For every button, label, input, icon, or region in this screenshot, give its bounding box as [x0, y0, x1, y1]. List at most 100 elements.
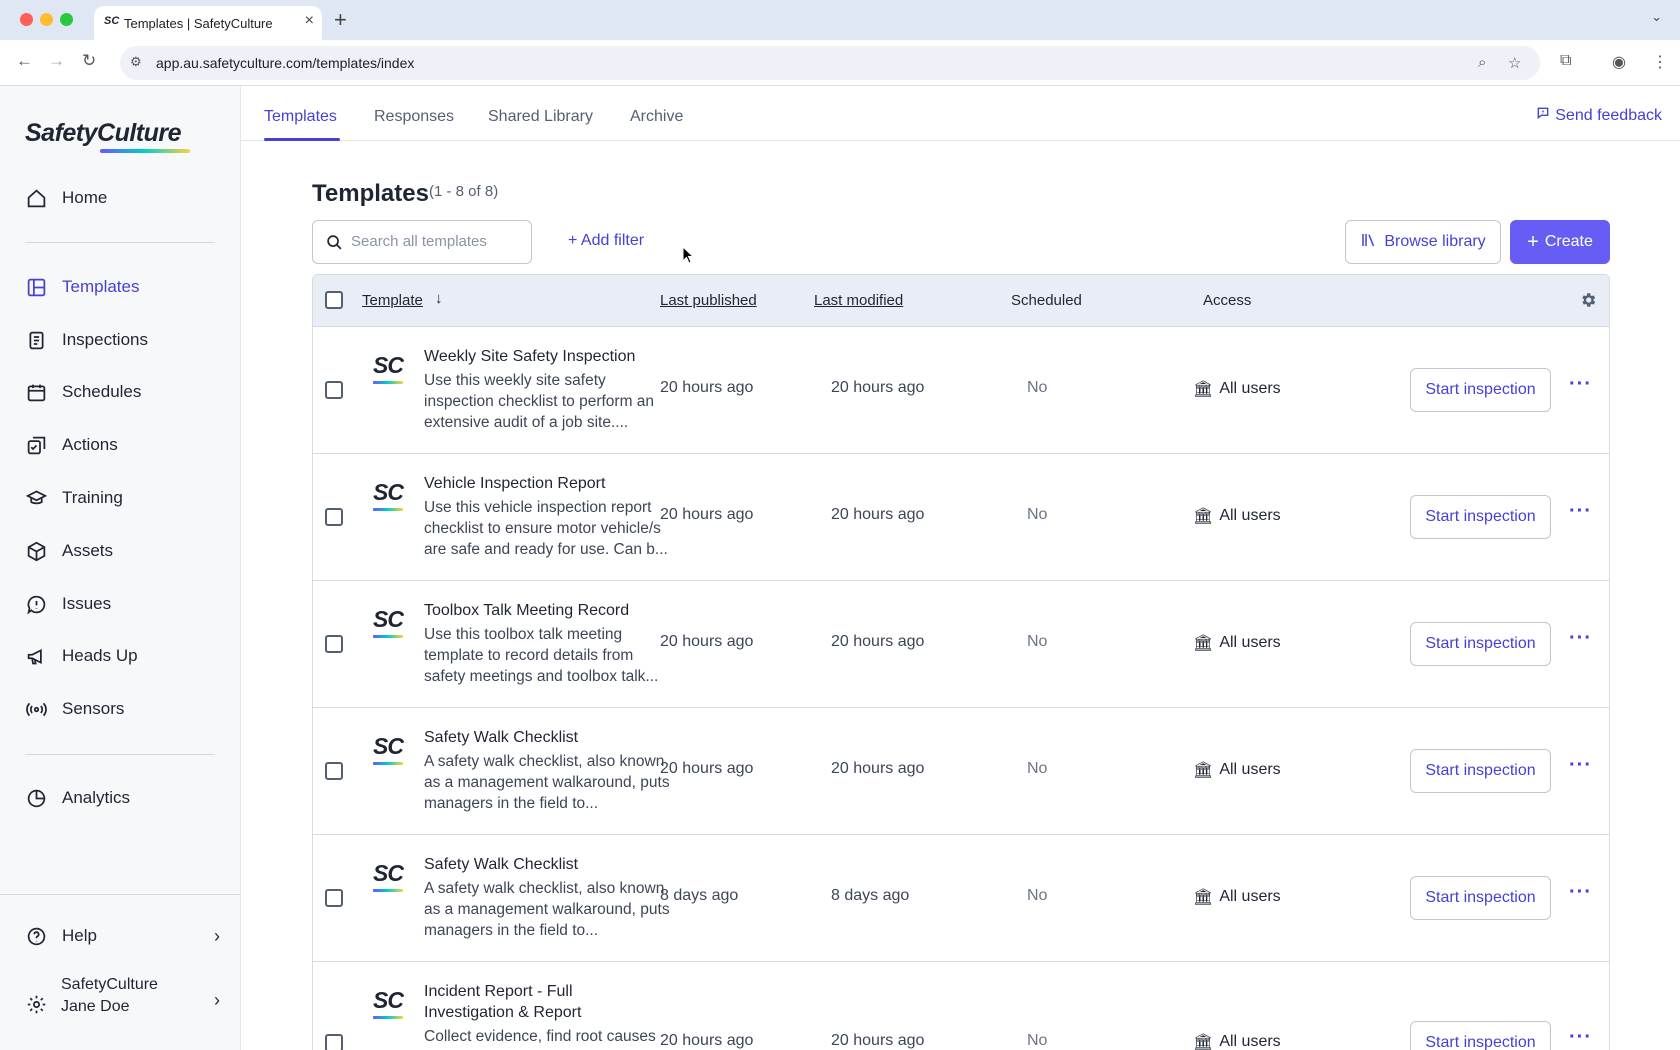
start-inspection-button[interactable]: Start inspection — [1410, 622, 1551, 666]
access-value: 🏛 All users — [1193, 633, 1281, 653]
browse-library-button[interactable]: Browse library — [1345, 220, 1501, 264]
more-options-icon[interactable]: ··· — [1569, 754, 1592, 777]
more-options-icon[interactable]: ··· — [1569, 373, 1592, 396]
more-options-icon[interactable]: ··· — [1569, 627, 1592, 650]
sidebar-item-templates[interactable]: Templates — [0, 267, 240, 307]
last-modified: 20 hours ago — [831, 633, 925, 650]
table-row[interactable]: SC Vehicle Inspection Report Use this ve… — [313, 454, 1609, 581]
select-all-checkbox[interactable] — [325, 291, 343, 309]
sidebar-item-label: Actions — [62, 435, 118, 454]
table-row[interactable]: SC Weekly Site Safety Inspection Use thi… — [313, 327, 1609, 454]
template-title[interactable]: Toolbox Talk Meeting Record — [424, 600, 674, 621]
sensor-icon — [25, 698, 47, 720]
actions-icon — [25, 434, 47, 456]
send-feedback-link[interactable]: Send feedback — [1536, 106, 1662, 125]
sidebar-item-actions[interactable]: Actions — [0, 425, 240, 465]
forward-icon[interactable]: → — [48, 51, 65, 71]
template-title[interactable]: Weekly Site Safety Inspection — [424, 346, 674, 367]
last-modified: 8 days ago — [831, 887, 910, 904]
sidebar-item-help[interactable]: Help › — [0, 916, 240, 956]
address-bar[interactable]: ⚙ app.au.safetyculture.com/templates/ind… — [120, 46, 1540, 80]
table-row[interactable]: SC Incident Report - Full Investigation … — [313, 962, 1609, 1050]
active-tab-indicator — [264, 138, 340, 141]
more-options-icon[interactable]: ··· — [1569, 500, 1592, 523]
row-checkbox[interactable] — [325, 508, 343, 526]
tab-responses[interactable]: Responses — [374, 108, 454, 126]
tab-templates[interactable]: Templates — [264, 108, 337, 126]
site-info-icon[interactable]: ⚙ — [130, 54, 142, 70]
more-options-icon[interactable]: ··· — [1569, 1026, 1592, 1049]
column-header-last-published[interactable]: Last published — [660, 292, 757, 309]
sidebar-item-sensors[interactable]: Sensors — [0, 689, 240, 729]
user-menu[interactable]: SafetyCulture Jane Doe › — [0, 976, 240, 1032]
table-row[interactable]: SC Safety Walk Checklist A safety walk c… — [313, 708, 1609, 835]
close-tab-icon[interactable]: × — [305, 12, 314, 30]
browser-tab-strip: SC Templates | SafetyCulture × + ⌄ — [0, 0, 1680, 40]
more-options-icon[interactable]: ··· — [1569, 881, 1592, 904]
browse-library-label: Browse library — [1384, 233, 1486, 250]
sidebar-item-training[interactable]: Training — [0, 478, 240, 518]
home-icon — [25, 187, 47, 209]
close-window-button[interactable] — [20, 13, 33, 26]
zoom-icon[interactable]: ⌕ — [1478, 54, 1486, 71]
table-row[interactable]: SC Toolbox Talk Meeting Record Use this … — [313, 581, 1609, 708]
bookmark-star-icon[interactable]: ☆ — [1508, 54, 1521, 72]
access-label: All users — [1219, 1033, 1281, 1050]
table-header: Template ↓ Last published Last modified … — [313, 275, 1609, 327]
profile-icon[interactable]: ◉ — [1612, 52, 1626, 72]
last-modified: 20 hours ago — [831, 379, 925, 396]
tab-shared-library[interactable]: Shared Library — [488, 108, 593, 126]
tab-archive[interactable]: Archive — [630, 108, 683, 126]
sidebar-item-analytics[interactable]: Analytics — [0, 778, 240, 818]
start-inspection-button[interactable]: Start inspection — [1410, 876, 1551, 920]
sort-arrow-down-icon[interactable]: ↓ — [435, 290, 443, 307]
last-modified: 20 hours ago — [831, 1032, 925, 1049]
sidebar-item-assets[interactable]: Assets — [0, 531, 240, 571]
start-inspection-button[interactable]: Start inspection — [1410, 495, 1551, 539]
sidebar-item-heads-up[interactable]: Heads Up — [0, 636, 240, 676]
sidebar: SafetyCulture Home Templates Inspections… — [0, 86, 241, 1050]
scheduled-value: No — [1027, 760, 1048, 777]
sidebar-item-issues[interactable]: Issues — [0, 584, 240, 624]
last-published: 20 hours ago — [660, 633, 754, 650]
column-header-last-modified[interactable]: Last modified — [814, 292, 903, 309]
sidebar-divider — [0, 894, 240, 895]
maximize-window-button[interactable] — [60, 13, 73, 26]
chevron-down-icon[interactable]: ⌄ — [1651, 9, 1662, 25]
create-button[interactable]: + Create — [1510, 220, 1610, 264]
favicon-icon: SC — [104, 15, 120, 27]
row-checkbox[interactable] — [325, 1034, 343, 1050]
reload-icon[interactable]: ↻ — [82, 51, 96, 71]
template-title[interactable]: Incident Report - Full Investigation & R… — [424, 981, 624, 1023]
start-inspection-button[interactable]: Start inspection — [1410, 368, 1551, 412]
sidebar-item-home[interactable]: Home — [0, 178, 240, 218]
column-header-template[interactable]: Template — [362, 292, 423, 309]
row-checkbox[interactable] — [325, 889, 343, 907]
add-filter-button[interactable]: + Add filter — [568, 232, 644, 250]
search-box[interactable] — [312, 220, 532, 264]
browser-tab[interactable]: SC Templates | SafetyCulture × — [94, 6, 322, 40]
table-row[interactable]: SC Safety Walk Checklist A safety walk c… — [313, 835, 1609, 962]
template-title[interactable]: Safety Walk Checklist — [424, 727, 674, 748]
row-checkbox[interactable] — [325, 381, 343, 399]
menu-dots-icon[interactable]: ⋮ — [1652, 52, 1668, 72]
minimize-window-button[interactable] — [40, 13, 53, 26]
new-tab-icon[interactable]: + — [334, 7, 347, 33]
safetyculture-logo[interactable]: SafetyCulture — [25, 119, 182, 148]
sidebar-item-schedules[interactable]: Schedules — [0, 372, 240, 412]
template-description: Collect evidence, find root causes — [424, 1028, 656, 1045]
row-checkbox[interactable] — [325, 762, 343, 780]
row-checkbox[interactable] — [325, 635, 343, 653]
start-inspection-button[interactable]: Start inspection — [1410, 1021, 1551, 1050]
extensions-icon[interactable]: ⧉ — [1560, 52, 1571, 70]
url-text[interactable]: app.au.safetyculture.com/templates/index — [156, 55, 414, 71]
send-feedback-label: Send feedback — [1555, 106, 1662, 124]
search-input[interactable] — [351, 233, 521, 250]
back-icon[interactable]: ← — [16, 51, 33, 71]
logo-stripe — [373, 381, 403, 384]
template-title[interactable]: Safety Walk Checklist — [424, 854, 674, 875]
start-inspection-button[interactable]: Start inspection — [1410, 749, 1551, 793]
column-settings-gear-icon[interactable] — [1579, 291, 1597, 314]
template-title[interactable]: Vehicle Inspection Report — [424, 473, 674, 494]
sidebar-item-inspections[interactable]: Inspections — [0, 320, 240, 360]
